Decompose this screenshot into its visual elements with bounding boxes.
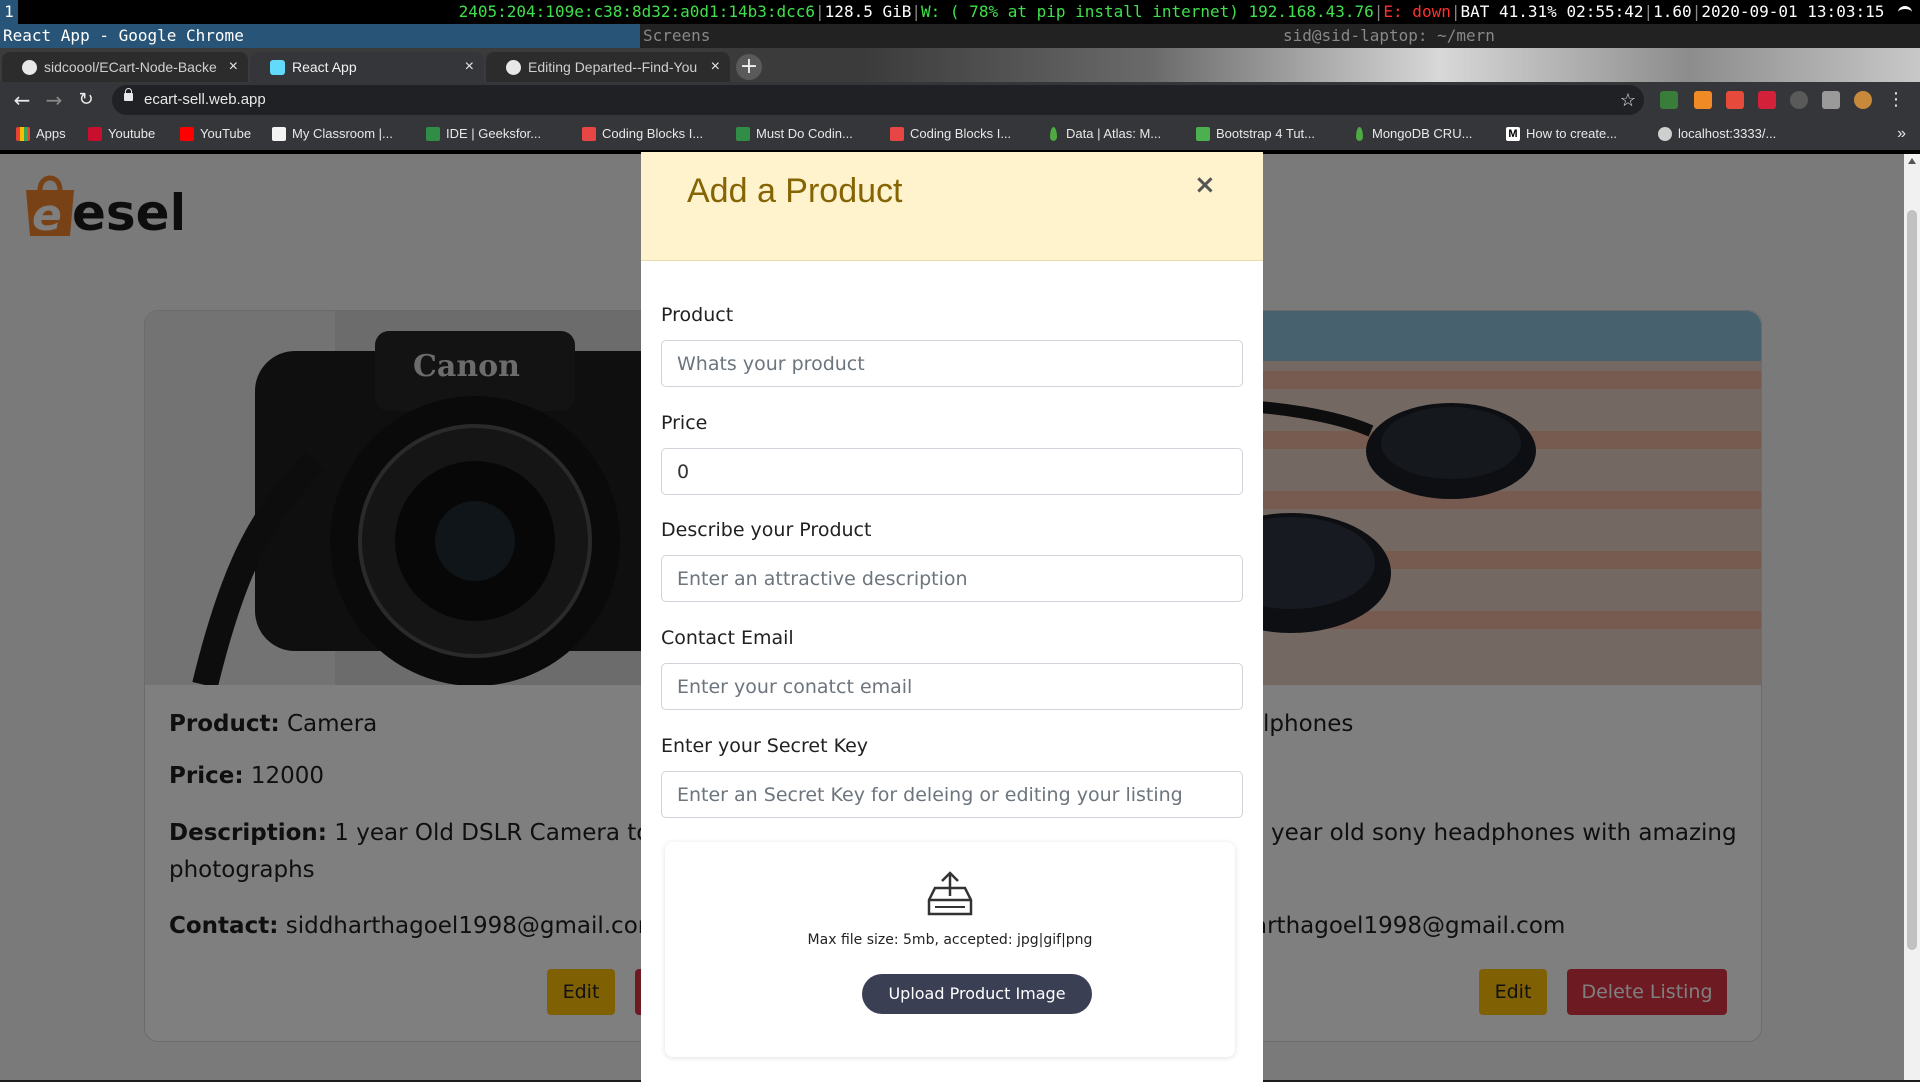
bookmarks-bar: Apps Youtube YouTube My Classroom |... I… bbox=[0, 118, 1920, 150]
description-label: Describe your Product bbox=[661, 519, 872, 541]
extensions-puzzle-icon[interactable] bbox=[1822, 91, 1840, 109]
upload-icon bbox=[927, 871, 973, 916]
close-icon[interactable]: × bbox=[465, 52, 474, 82]
tab-label: React App bbox=[292, 59, 357, 75]
contact-email-input[interactable] bbox=[661, 663, 1243, 710]
description-input[interactable] bbox=[661, 555, 1243, 602]
bookmark-apps[interactable]: Apps bbox=[16, 118, 66, 150]
mongodb-leaf-icon bbox=[1356, 127, 1363, 141]
price-label: Price bbox=[661, 412, 708, 434]
extension-vue-icon[interactable] bbox=[1660, 91, 1678, 109]
extension-orange-icon[interactable] bbox=[1694, 91, 1712, 109]
workspace-indicator[interactable]: 1 bbox=[0, 0, 18, 24]
ipv6-status: 2405:204:109e:c38:8d32:a0d1:14b3:dcc6 bbox=[458, 2, 816, 21]
reload-icon[interactable]: ↻ bbox=[72, 86, 100, 114]
apps-grid-icon bbox=[16, 127, 30, 141]
tab-strip: sidcoool/ECart-Node-Backe × React App × … bbox=[0, 48, 1920, 82]
tab-github-backend[interactable]: sidcoool/ECart-Node-Backe × bbox=[2, 52, 248, 82]
react-icon bbox=[270, 60, 285, 75]
back-icon[interactable]: ← bbox=[8, 86, 36, 114]
add-product-modal: Add a Product × Product Price Describe y… bbox=[641, 152, 1263, 1082]
tab-editing-departed[interactable]: Editing Departed--Find-You × bbox=[486, 52, 730, 82]
upload-hint: Max file size: 5mb, accepted: jpg|gif|pn… bbox=[807, 932, 1093, 948]
browser-toolbar: ← → ↻ ecart-sell.web.app ☆ ⋮ bbox=[0, 82, 1920, 118]
bootstrap-icon bbox=[1196, 127, 1210, 141]
contact-email-label: Contact Email bbox=[661, 627, 794, 649]
bookmarks-overflow-button[interactable]: » bbox=[1897, 118, 1906, 150]
bookmark-how-to-create[interactable]: M How to create... bbox=[1506, 118, 1617, 150]
extension-fire-icon[interactable] bbox=[1790, 91, 1808, 109]
github-icon bbox=[506, 60, 521, 75]
window-title-terminal[interactable]: sid@sid-laptop: ~/mern bbox=[1280, 24, 1920, 48]
status-bar: 1 2405:204:109e:c38:8d32:a0d1:14b3:dcc6|… bbox=[0, 0, 1920, 24]
image-upload-dropzone[interactable]: Max file size: 5mb, accepted: jpg|gif|pn… bbox=[665, 842, 1235, 1057]
menu-icon[interactable]: ⋮ bbox=[1882, 86, 1910, 114]
globe-icon bbox=[1658, 127, 1672, 141]
modal-title: Add a Product bbox=[687, 172, 903, 210]
battery-status: BAT 41.31% 02:55:42 bbox=[1460, 2, 1644, 21]
window-title-chrome[interactable]: React App - Google Chrome bbox=[0, 24, 640, 48]
wifi-tray-icon bbox=[1898, 6, 1912, 19]
extension-youtube-icon[interactable] bbox=[1758, 91, 1776, 109]
page-scrollbar[interactable] bbox=[1904, 154, 1920, 1080]
product-label: Product bbox=[661, 304, 734, 326]
youtube-icon bbox=[180, 127, 194, 141]
github-icon bbox=[22, 60, 37, 75]
coding-blocks-icon bbox=[582, 127, 596, 141]
bookmark-coding-blocks-1[interactable]: Coding Blocks I... bbox=[582, 118, 703, 150]
url-text[interactable]: ecart-sell.web.app bbox=[144, 85, 266, 115]
product-input[interactable] bbox=[661, 340, 1243, 387]
price-input[interactable] bbox=[661, 448, 1243, 495]
address-bar[interactable]: ecart-sell.web.app ☆ bbox=[112, 85, 1644, 115]
bookmark-ide-geeksfor[interactable]: IDE | Geeksfor... bbox=[426, 118, 541, 150]
status-blocks: 2405:204:109e:c38:8d32:a0d1:14b3:dcc6|12… bbox=[459, 0, 1912, 24]
wifi-status: W: ( 78% at pip install internet) 192.16… bbox=[921, 2, 1374, 21]
close-icon[interactable]: × bbox=[229, 52, 238, 82]
forward-icon[interactable]: → bbox=[40, 86, 68, 114]
tab-label: Editing Departed--Find-You bbox=[528, 59, 698, 75]
close-button[interactable]: × bbox=[1194, 170, 1216, 200]
ethernet-status: E: down bbox=[1383, 2, 1451, 21]
geeksforgeeks-icon bbox=[736, 127, 750, 141]
load-status: 1.60 bbox=[1653, 2, 1692, 21]
bookmark-mongodb-crud[interactable]: MongoDB CRU... bbox=[1352, 118, 1472, 150]
star-icon[interactable]: ☆ bbox=[1620, 85, 1636, 115]
bookmark-must-do-coding[interactable]: Must Do Codin... bbox=[736, 118, 853, 150]
classroom-icon bbox=[272, 127, 286, 141]
angular-icon bbox=[88, 127, 102, 141]
coding-blocks-icon bbox=[890, 127, 904, 141]
geeksforgeeks-icon bbox=[426, 127, 440, 141]
bookmark-youtube[interactable]: YouTube bbox=[180, 118, 251, 150]
modal-header: Add a Product × bbox=[641, 152, 1263, 261]
bookmark-bootstrap[interactable]: Bootstrap 4 Tut... bbox=[1196, 118, 1315, 150]
bookmark-localhost[interactable]: localhost:3333/... bbox=[1658, 118, 1776, 150]
tab-react-app[interactable]: React App × bbox=[250, 52, 484, 82]
scroll-up-arrow-icon[interactable] bbox=[1908, 158, 1916, 164]
secret-key-input[interactable] bbox=[661, 771, 1243, 818]
bookmark-data-atlas[interactable]: Data | Atlas: M... bbox=[1046, 118, 1161, 150]
bookmark-coding-blocks-2[interactable]: Coding Blocks I... bbox=[890, 118, 1011, 150]
window-title-screens[interactable]: Screens bbox=[640, 24, 1280, 48]
secret-key-label: Enter your Secret Key bbox=[661, 735, 869, 757]
bookmark-my-classroom[interactable]: My Classroom |... bbox=[272, 118, 393, 150]
medium-icon: M bbox=[1506, 127, 1520, 141]
upload-product-image-button[interactable]: Upload Product Image bbox=[862, 974, 1092, 1014]
datetime-status: 2020-09-01 13:03:15 bbox=[1701, 2, 1885, 21]
mongodb-leaf-icon bbox=[1050, 127, 1057, 141]
avatar[interactable] bbox=[1854, 91, 1872, 109]
disk-status: 128.5 GiB bbox=[824, 2, 912, 21]
window-title-bar: React App - Google Chrome Screens sid@si… bbox=[0, 24, 1920, 48]
lock-icon[interactable] bbox=[124, 88, 133, 101]
scrollbar-thumb[interactable] bbox=[1907, 210, 1917, 950]
new-tab-button[interactable]: + bbox=[736, 54, 762, 80]
extension-red-icon[interactable] bbox=[1726, 91, 1744, 109]
tab-label: sidcoool/ECart-Node-Backe bbox=[44, 59, 217, 75]
bookmark-youtube-a[interactable]: Youtube bbox=[88, 118, 155, 150]
close-icon[interactable]: × bbox=[711, 52, 720, 82]
